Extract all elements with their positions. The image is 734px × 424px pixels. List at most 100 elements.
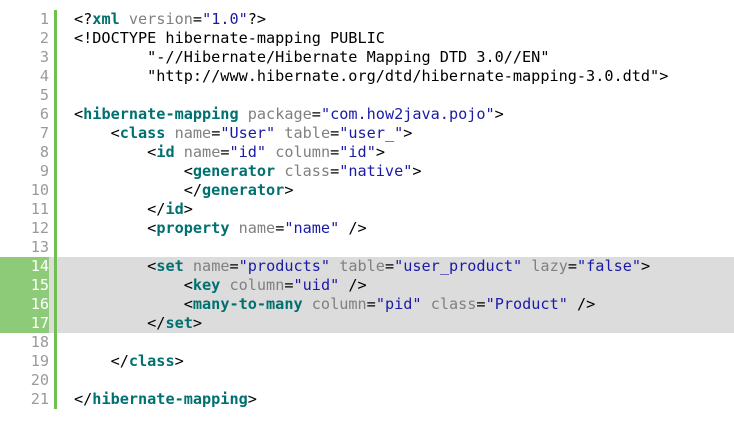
code-line[interactable]: 12 <property name="name" />	[0, 219, 734, 238]
token-attribute-value: "id"	[339, 143, 376, 161]
token-whitespace	[74, 314, 147, 332]
line-number: 12	[0, 219, 49, 238]
token-tag-name: set	[165, 314, 193, 332]
code-line[interactable]: 1 <?xml version="1.0"?>	[0, 10, 734, 29]
token-tag-name: class	[119, 124, 166, 142]
code-line[interactable]: 2 <!DOCTYPE hibernate-mapping PUBLIC	[0, 29, 734, 48]
token-punctuation: >	[494, 105, 504, 123]
token-doctype-text: "-//Hibernate/Hibernate Mapping DTD 3.0/…	[74, 48, 550, 66]
code-line[interactable]: 4 "http://www.hibernate.org/dtd/hibernat…	[0, 67, 734, 86]
token-attribute-name: name	[183, 143, 221, 161]
code-text: "http://www.hibernate.org/dtd/hibernate-…	[74, 67, 668, 86]
token-attribute-name: version	[128, 10, 193, 28]
token-attribute-name: lazy	[531, 257, 568, 275]
token-punctuation: <	[110, 124, 120, 142]
code-line[interactable]: 17 </set>	[0, 314, 734, 333]
token-equals-sign: =	[311, 105, 321, 123]
code-text: <set name="products" table="user_product…	[74, 257, 650, 276]
token-whitespace	[74, 143, 147, 161]
gutter-bar	[54, 143, 57, 162]
token-punctuation: </	[183, 181, 203, 199]
token-whitespace	[74, 295, 184, 313]
token-whitespace	[330, 257, 339, 275]
code-line[interactable]: 5	[0, 86, 734, 105]
code-text: <property name="name" />	[74, 219, 367, 238]
token-attribute-value: "user_product"	[394, 257, 523, 275]
token-tag-name: set	[156, 257, 184, 275]
code-text: <?xml version="1.0"?>	[74, 10, 266, 29]
code-line[interactable]: 21 </hibernate-mapping>	[0, 390, 734, 409]
line-number: 3	[0, 48, 49, 67]
code-line[interactable]: 15 <key column="uid" />	[0, 276, 734, 295]
token-punctuation: >	[641, 257, 651, 275]
gutter-bar	[54, 105, 57, 124]
token-attribute-name: column	[229, 276, 285, 294]
line-number: 14	[0, 257, 49, 276]
token-punctuation: <?	[74, 10, 93, 28]
token-attribute-value: "pid"	[375, 295, 422, 313]
code-line[interactable]: 14 <set name="products" table="user_prod…	[0, 257, 734, 276]
token-whitespace	[239, 105, 248, 123]
gutter-bar	[54, 333, 57, 352]
token-punctuation: >	[403, 124, 413, 142]
token-whitespace	[266, 143, 275, 161]
code-line[interactable]: 19 </class>	[0, 352, 734, 371]
token-whitespace	[74, 162, 184, 180]
code-line[interactable]: 18	[0, 333, 734, 352]
gutter-bar	[54, 200, 57, 219]
token-equals-sign: =	[192, 10, 203, 28]
token-attribute-name: class	[284, 162, 331, 180]
token-tag-name: id	[165, 200, 184, 218]
code-line[interactable]: 7 <class name="User" table="user_">	[0, 124, 734, 143]
token-attribute-name: name	[238, 219, 276, 237]
code-line[interactable]: 6 <hibernate-mapping package="com.how2jav…	[0, 105, 734, 124]
token-whitespace	[422, 295, 431, 313]
gutter-bar	[54, 181, 57, 200]
code-line[interactable]: 9 <generator class="native">	[0, 162, 734, 181]
code-line[interactable]: 8 <id name="id" column="id">	[0, 143, 734, 162]
code-line[interactable]: 20	[0, 371, 734, 390]
token-punctuation: >	[247, 390, 257, 408]
token-tag-name: key	[192, 276, 221, 294]
code-line[interactable]: 16 <many-to-many column="pid" class="Pro…	[0, 295, 734, 314]
token-whitespace	[74, 352, 111, 370]
token-punctuation: >	[412, 162, 422, 180]
code-line[interactable]: 3 "-//Hibernate/Hibernate Mapping DTD 3.…	[0, 48, 734, 67]
code-text: </hibernate-mapping>	[74, 390, 257, 409]
token-whitespace	[74, 257, 147, 275]
token-tag-name: xml	[92, 10, 120, 28]
code-text: <id name="id" column="id">	[74, 143, 385, 162]
token-doctype-text: <!DOCTYPE hibernate-mapping PUBLIC	[74, 29, 385, 47]
token-tag-name: property	[156, 219, 230, 237]
code-editor[interactable]: 1 <?xml version="1.0"?> 2 <!DOCTYPE hiberna…	[0, 10, 734, 409]
line-number: 13	[0, 238, 49, 257]
token-equals-sign: =	[384, 257, 395, 275]
token-attribute-name: package	[247, 105, 312, 123]
code-line[interactable]: 11 </id>	[0, 200, 734, 219]
code-line[interactable]: 13	[0, 238, 734, 257]
code-text: </set>	[74, 314, 202, 333]
gutter-bar	[54, 295, 57, 314]
token-punctuation: </	[110, 352, 129, 370]
token-whitespace	[74, 124, 111, 142]
token-attribute-name: name	[174, 124, 212, 142]
code-text: <generator class="native">	[74, 162, 422, 181]
code-text: <many-to-many column="pid" class="Produc…	[74, 295, 596, 314]
code-text: <!DOCTYPE hibernate-mapping PUBLIC	[74, 29, 385, 48]
token-whitespace	[275, 162, 284, 180]
token-attribute-value: "1.0"	[202, 10, 248, 28]
token-punctuation: </	[147, 314, 166, 332]
token-tag-name: generator	[202, 181, 285, 199]
token-whitespace	[74, 276, 184, 294]
gutter-bar	[54, 390, 57, 409]
token-equals-sign: =	[220, 143, 230, 161]
token-attribute-value: "native"	[339, 162, 413, 180]
code-line[interactable]: 10 </generator>	[0, 181, 734, 200]
token-punctuation: />	[348, 276, 367, 294]
line-number: 15	[0, 276, 49, 295]
token-equals-sign: =	[366, 295, 376, 313]
gutter-bar	[54, 124, 57, 143]
token-whitespace	[74, 181, 184, 199]
token-punctuation: >	[192, 314, 203, 332]
code-text: <key column="uid" />	[74, 276, 367, 295]
